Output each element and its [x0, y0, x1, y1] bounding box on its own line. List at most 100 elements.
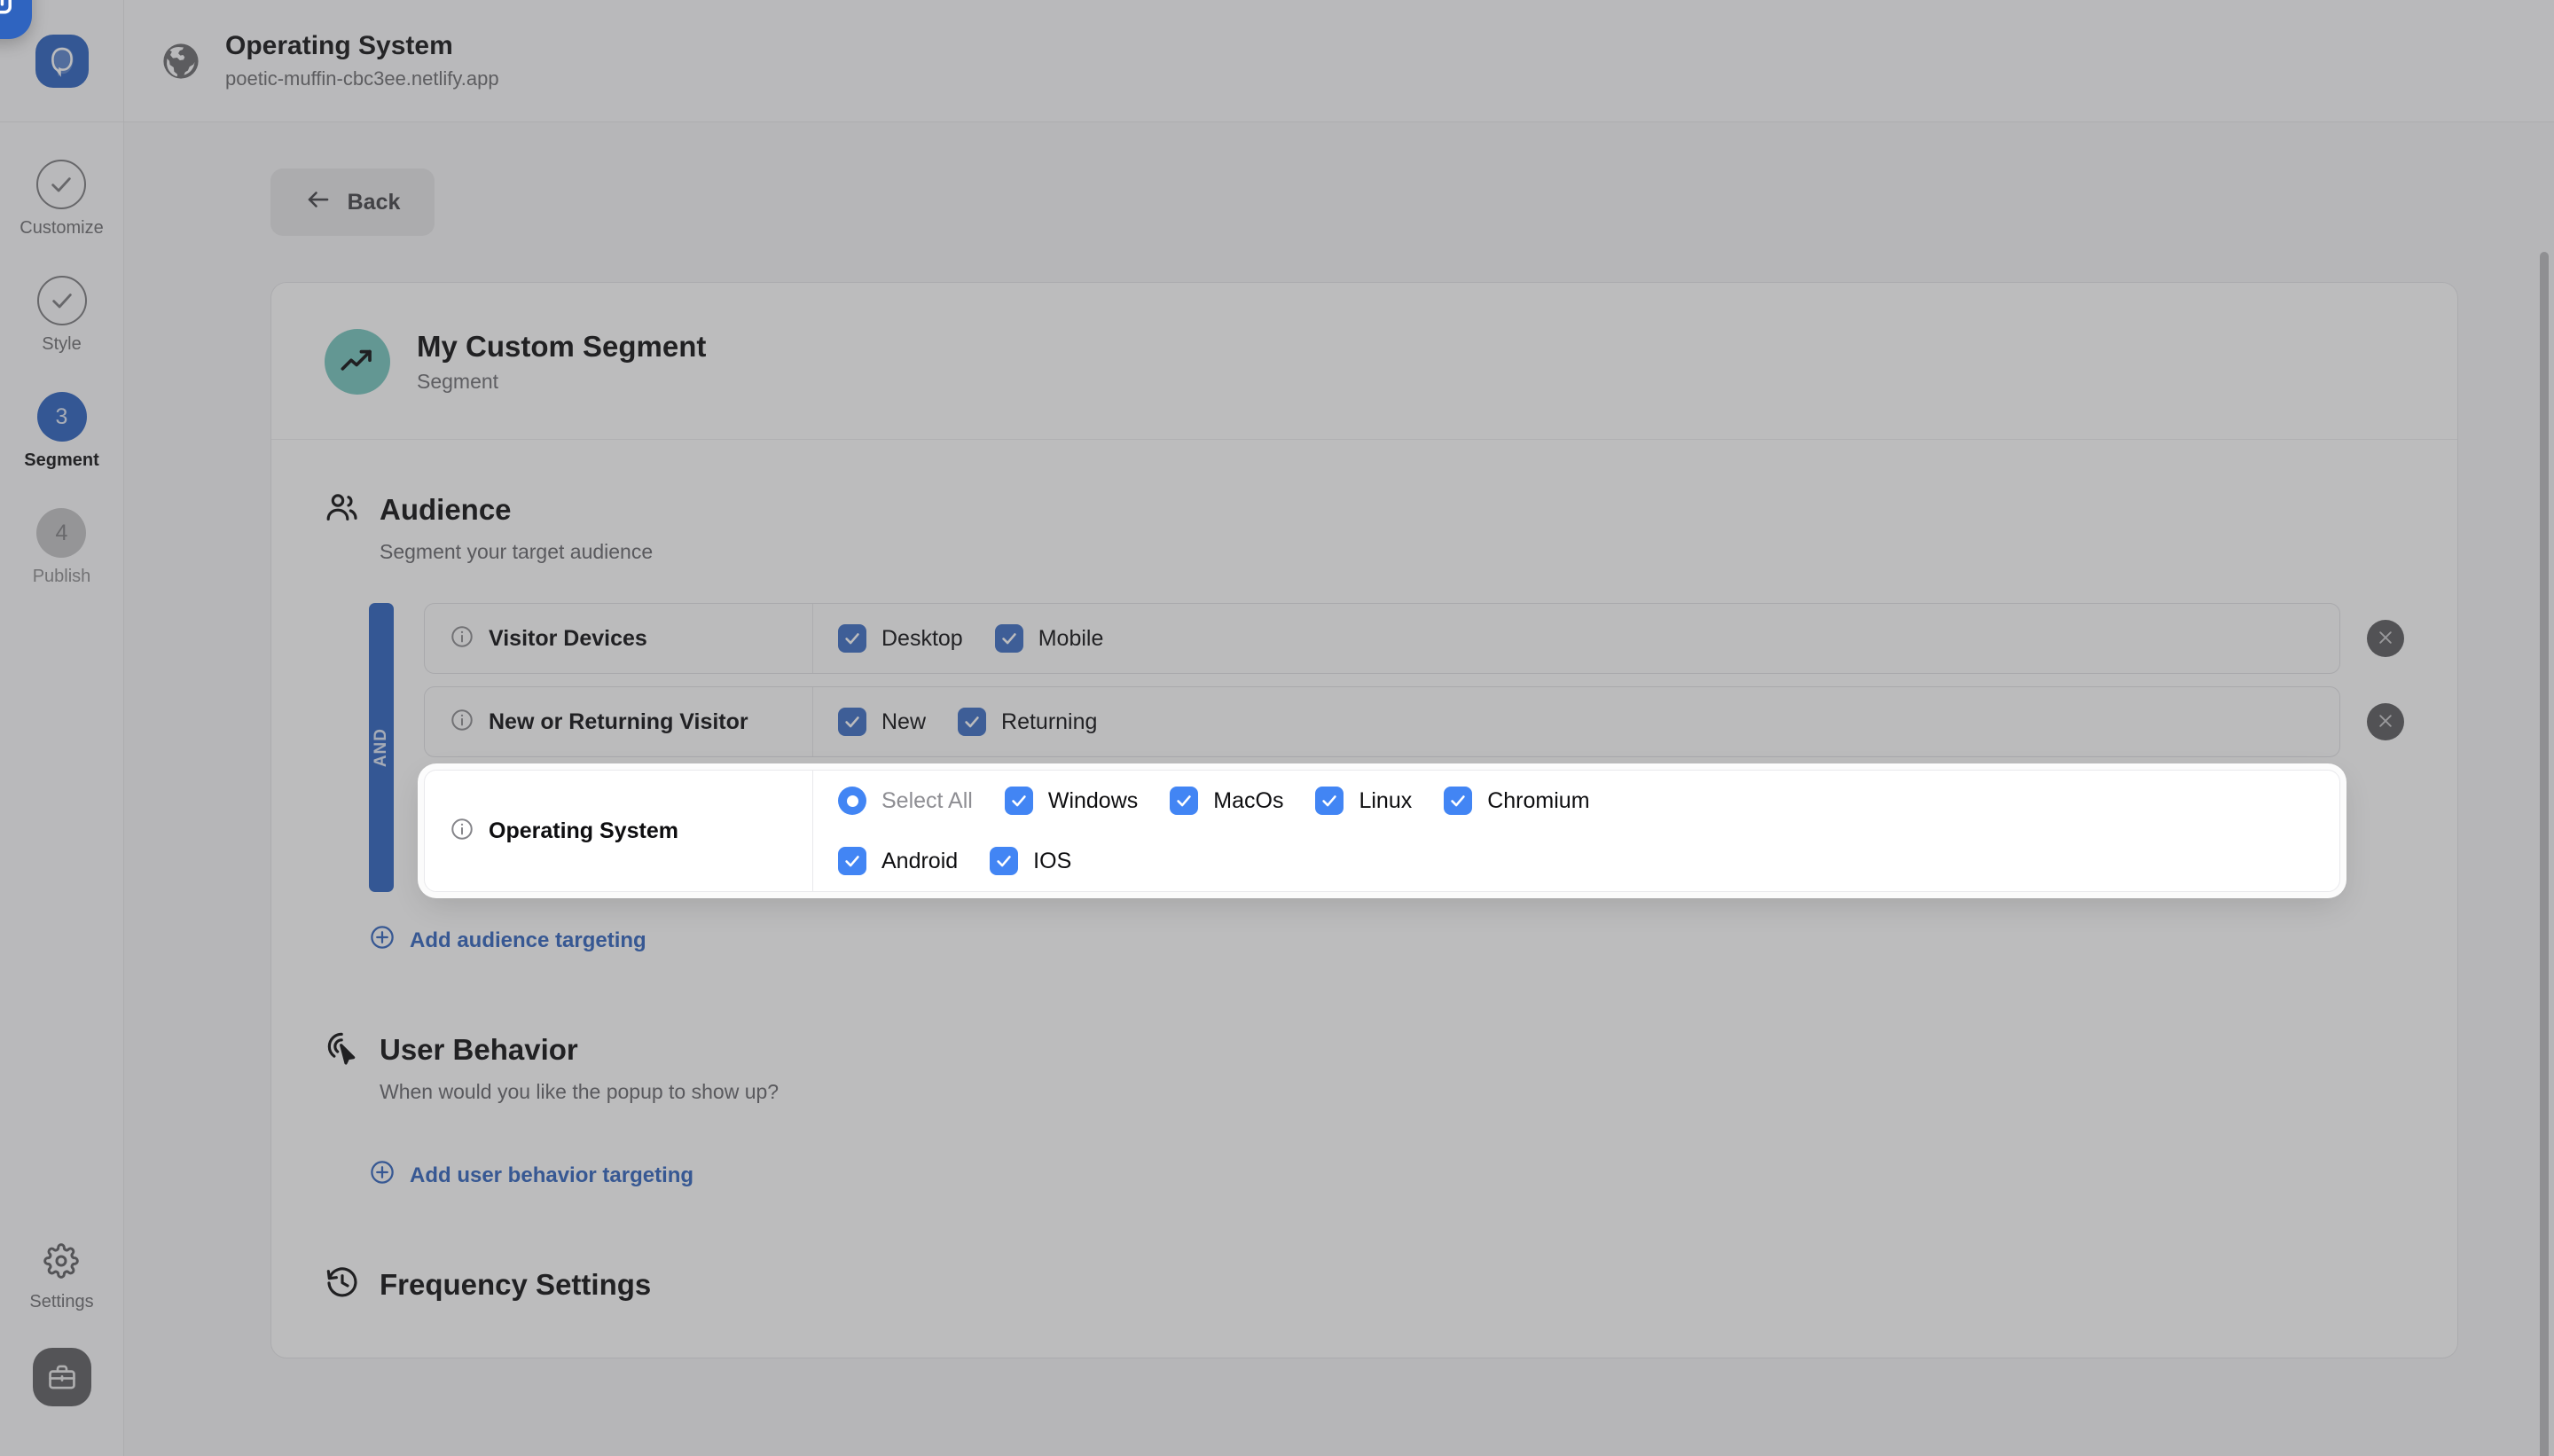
check-icon [37, 276, 87, 325]
rule-values-cell: Select All Windows [813, 771, 2339, 891]
option-windows[interactable]: Windows [1005, 787, 1138, 815]
option-android[interactable]: Android [838, 847, 958, 875]
info-icon[interactable] [450, 817, 474, 846]
check-icon [36, 160, 86, 209]
checkbox-checked-icon[interactable] [1315, 787, 1344, 815]
audience-rules-column: Visitor Devices Desktop [424, 603, 2404, 892]
option-new[interactable]: New [838, 708, 926, 736]
remove-rule-button[interactable] [2367, 703, 2404, 740]
user-behavior-subtitle: When would you like the popup to show up… [380, 1080, 2404, 1104]
back-button[interactable]: Back [270, 168, 435, 236]
option-macos[interactable]: MacOs [1170, 787, 1283, 815]
arrow-left-icon [305, 186, 332, 219]
rule-name-cell: Operating System [425, 771, 813, 891]
rail-bottom-group: Settings [0, 1243, 123, 1456]
option-label: New [881, 709, 926, 735]
option-ios[interactable]: IOS [990, 847, 1071, 875]
rule-name-cell: New or Returning Visitor [425, 687, 813, 756]
globe-icon [160, 40, 202, 82]
option-label: Linux [1359, 788, 1412, 814]
checkbox-checked-icon[interactable] [958, 708, 986, 736]
checkbox-checked-icon[interactable] [1005, 787, 1033, 815]
checkbox-checked-icon[interactable] [838, 708, 866, 736]
radio-selected-icon[interactable] [838, 787, 866, 815]
rule-box: Operating System Select All [424, 770, 2340, 892]
info-icon[interactable] [450, 624, 474, 654]
audience-rules: AND [369, 603, 2404, 892]
option-label: Android [881, 849, 958, 874]
rule-label: Operating System [489, 818, 678, 844]
audience-heading: Audience [325, 489, 2404, 529]
sidebar-settings-label: Settings [29, 1292, 93, 1312]
audience-rule-row: New or Returning Visitor New [424, 686, 2404, 757]
back-button-label: Back [348, 190, 401, 215]
option-returning[interactable]: Returning [958, 708, 1097, 736]
step-number-badge: 3 [37, 392, 87, 442]
audience-rule-row-operating-system: Operating System Select All [424, 770, 2404, 892]
checkbox-checked-icon[interactable] [995, 624, 1023, 653]
segment-card: My Custom Segment Segment [270, 282, 2458, 1358]
checkbox-checked-icon[interactable] [838, 847, 866, 875]
option-label: Mobile [1038, 626, 1104, 652]
option-select-all[interactable]: Select All [838, 787, 973, 815]
gear-icon [43, 1243, 79, 1283]
sidebar-step-publish[interactable]: 4 Publish [33, 508, 91, 587]
vertical-scrollbar[interactable] [2540, 252, 2549, 1456]
option-linux[interactable]: Linux [1315, 787, 1412, 815]
briefcase-icon[interactable] [33, 1348, 91, 1406]
add-audience-targeting-label: Add audience targeting [410, 928, 646, 953]
option-label: MacOs [1213, 788, 1283, 814]
checkbox-checked-icon[interactable] [838, 624, 866, 653]
segment-subtitle: Segment [417, 370, 706, 394]
info-icon[interactable] [450, 708, 474, 737]
step-number-badge: 4 [36, 508, 86, 558]
sidebar-step-segment[interactable]: 3 Segment [24, 392, 98, 471]
checkbox-checked-icon[interactable] [1170, 787, 1198, 815]
sidebar-step-label: Customize [20, 218, 103, 239]
rule-values-cell: New Returning [813, 687, 2339, 756]
user-behavior-title: User Behavior [380, 1033, 578, 1067]
close-icon [2377, 712, 2394, 732]
option-chromium[interactable]: Chromium [1444, 787, 1589, 815]
checkbox-checked-icon[interactable] [990, 847, 1018, 875]
option-label: Select All [881, 788, 973, 814]
remove-rule-button[interactable] [2367, 620, 2404, 657]
and-operator-label: AND [372, 728, 391, 767]
segment-title: My Custom Segment [417, 330, 706, 364]
rule-label: Visitor Devices [489, 626, 647, 652]
frequency-settings-section: Frequency Settings [271, 1192, 2457, 1358]
wizard-steps: Customize Style 3 Segment 4 Publish [0, 160, 123, 587]
rule-label: New or Returning Visitor [489, 709, 748, 735]
main-content: Back My Custom Segment Segment [124, 122, 2554, 1456]
option-label: Desktop [881, 626, 963, 652]
popupsmart-logo-icon[interactable] [35, 35, 89, 88]
sidebar-step-customize[interactable]: Customize [20, 160, 103, 239]
option-label: Returning [1001, 709, 1097, 735]
segment-card-header: My Custom Segment Segment [271, 283, 2457, 440]
chat-bubble-icon [0, 0, 14, 21]
rule-box: New or Returning Visitor New [424, 686, 2340, 757]
history-icon [325, 1264, 360, 1304]
user-behavior-heading: User Behavior [325, 1029, 2404, 1069]
option-label: Chromium [1487, 788, 1589, 814]
sidebar-item-settings[interactable]: Settings [29, 1243, 93, 1312]
checkbox-checked-icon[interactable] [1444, 787, 1472, 815]
add-user-behavior-targeting-button[interactable]: Add user behavior targeting [369, 1159, 693, 1192]
option-desktop[interactable]: Desktop [838, 624, 963, 653]
and-operator-bar[interactable]: AND [369, 603, 394, 892]
audience-title: Audience [380, 493, 512, 527]
add-user-behavior-targeting-label: Add user behavior targeting [410, 1163, 693, 1188]
left-rail: Customize Style 3 Segment 4 Publish [0, 0, 124, 1456]
sidebar-step-style[interactable]: Style [37, 276, 87, 355]
add-audience-targeting-button[interactable]: Add audience targeting [369, 924, 646, 957]
rule-name-cell: Visitor Devices [425, 604, 813, 673]
segment-title-group: My Custom Segment Segment [417, 330, 706, 394]
option-mobile[interactable]: Mobile [995, 624, 1104, 653]
app-root: Customize Style 3 Segment 4 Publish [0, 0, 2554, 1456]
site-domain: poetic-muffin-cbc3ee.netlify.app [225, 66, 499, 92]
sidebar-step-label: Publish [33, 567, 91, 587]
sidebar-step-label: Style [42, 334, 81, 355]
users-icon [325, 489, 360, 529]
option-label: IOS [1033, 849, 1071, 874]
sidebar-step-label: Segment [24, 450, 98, 471]
